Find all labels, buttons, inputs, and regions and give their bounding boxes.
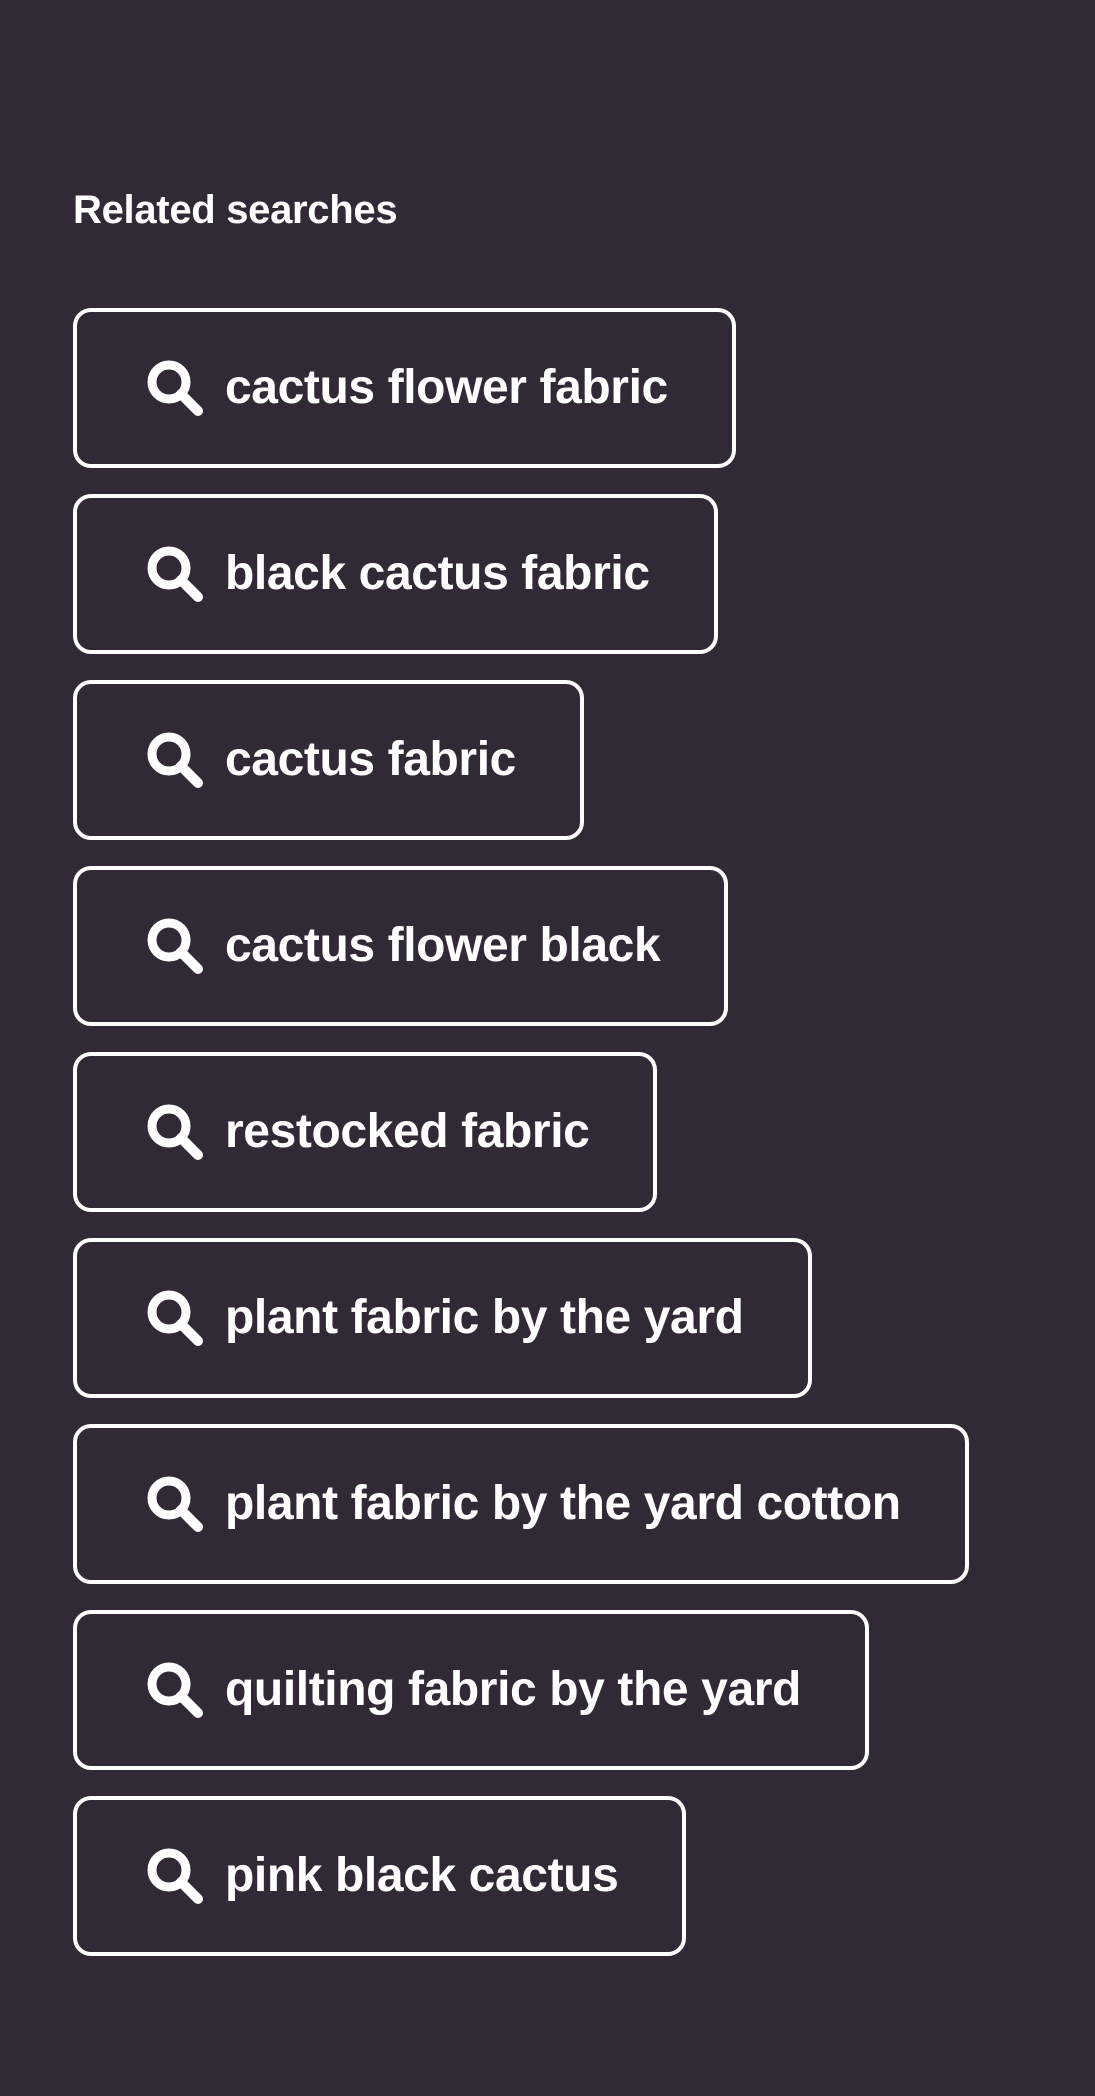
search-chip-pink-black-cactus[interactable]: pink black cactus [73, 1796, 687, 1956]
search-chip-cactus-flower-fabric[interactable]: cactus flower fabric [73, 308, 736, 468]
chip-label: restocked fabric [225, 1105, 590, 1158]
chip-label: plant fabric by the yard [225, 1291, 744, 1344]
search-icon [143, 1286, 207, 1350]
chip-label: black cactus fabric [225, 547, 650, 600]
related-searches-panel: Related searches cactus flower fabric bl… [0, 0, 1095, 2096]
chip-label: cactus flower fabric [225, 361, 668, 414]
search-chip-black-cactus-fabric[interactable]: black cactus fabric [73, 494, 718, 654]
search-icon [143, 914, 207, 978]
search-icon [143, 728, 207, 792]
search-icon [143, 1472, 207, 1536]
search-icon [143, 1100, 207, 1164]
related-searches-list: cactus flower fabric black cactus fabric… [73, 308, 969, 1956]
chip-label: plant fabric by the yard cotton [225, 1477, 901, 1530]
search-chip-cactus-flower-black[interactable]: cactus flower black [73, 866, 729, 1026]
search-chip-cactus-fabric[interactable]: cactus fabric [73, 680, 584, 840]
search-chip-plant-fabric-by-the-yard-cotton[interactable]: plant fabric by the yard cotton [73, 1424, 969, 1584]
search-icon [143, 356, 207, 420]
search-icon [143, 1844, 207, 1908]
search-chip-plant-fabric-by-the-yard[interactable]: plant fabric by the yard [73, 1238, 812, 1398]
search-icon [143, 1658, 207, 1722]
section-title: Related searches [73, 188, 398, 232]
search-chip-restocked-fabric[interactable]: restocked fabric [73, 1052, 658, 1212]
chip-label: quilting fabric by the yard [225, 1663, 801, 1716]
chip-label: cactus fabric [225, 733, 516, 786]
chip-label: pink black cactus [225, 1849, 619, 1902]
chip-label: cactus flower black [225, 919, 661, 972]
search-icon [143, 542, 207, 606]
search-chip-quilting-fabric-by-the-yard[interactable]: quilting fabric by the yard [73, 1610, 869, 1770]
